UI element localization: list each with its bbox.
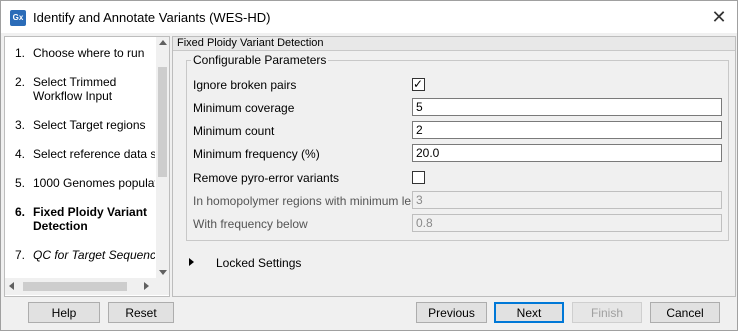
step-label: Choose where to run — [33, 46, 145, 60]
help-button[interactable]: Help — [28, 302, 100, 323]
locked-settings-toggle[interactable]: Locked Settings — [187, 252, 387, 272]
step-item[interactable]: 3. Select Target regions — [15, 118, 155, 132]
step-label: Select Target regions — [33, 118, 146, 132]
ignore-broken-pairs-checkbox[interactable]: ✓ — [412, 77, 425, 91]
step-label: Select Trimmed Workflow Input — [33, 75, 117, 103]
dialog-window: Gx Identify and Annotate Variants (WES-H… — [0, 0, 738, 331]
minimum-coverage-label: Minimum coverage — [193, 101, 295, 115]
scroll-thumb[interactable] — [23, 282, 127, 291]
steps-panel: 1. Choose where to run 2. Select Trimmed W… — [4, 36, 170, 297]
remove-pyro-label: Remove pyro-error variants — [193, 171, 340, 185]
step-item[interactable]: 1. Choose where to run — [15, 46, 155, 60]
homopolymer-min-length-label: In homopolymer regions with minimum leng… — [193, 194, 435, 208]
remove-pyro-checkbox[interactable] — [412, 171, 425, 184]
steps-horizontal-scrollbar[interactable] — [5, 278, 169, 295]
minimum-count-label: Minimum count — [193, 124, 275, 138]
step-label: Fixed Ploidy Variant Detection — [33, 205, 148, 233]
scroll-left-icon[interactable] — [9, 282, 14, 290]
step-item[interactable]: 7. QC for Target Sequencing — [15, 248, 155, 262]
step-number: 5. — [15, 176, 26, 190]
minimum-frequency-input[interactable] — [412, 144, 722, 162]
title-bar: Gx Identify and Annotate Variants (WES-H… — [1, 1, 737, 33]
next-button[interactable]: Next — [494, 302, 564, 323]
step-item-current[interactable]: 6. Fixed Ploidy Variant Detection — [15, 205, 155, 233]
with-frequency-below-label: With frequency below — [193, 217, 308, 231]
locked-settings-label: Locked Settings — [216, 256, 302, 270]
scroll-down-icon[interactable] — [159, 270, 167, 275]
expand-arrow-icon[interactable] — [189, 258, 194, 266]
window-title: Identify and Annotate Variants (WES-HD) — [33, 10, 271, 25]
configurable-parameters-group: Configurable Parameters Ignore broken pa… — [186, 53, 729, 241]
with-frequency-below-input — [412, 214, 722, 232]
step-label: QC for Target Sequencing — [33, 248, 155, 262]
scroll-right-icon[interactable] — [144, 282, 149, 290]
content-panel: Fixed Ploidy Variant Detection Configura… — [172, 36, 736, 297]
step-number: 1. — [15, 46, 26, 60]
close-icon[interactable]: ✕ — [707, 5, 731, 29]
steps-vertical-scrollbar[interactable] — [156, 37, 169, 278]
minimum-coverage-input[interactable] — [412, 98, 722, 116]
step-label: 1000 Genomes population — [33, 176, 155, 190]
step-number: 7. — [15, 248, 26, 262]
step-number: 3. — [15, 118, 26, 132]
step-label: Select reference data set — [33, 147, 155, 161]
ignore-broken-pairs-label: Ignore broken pairs — [193, 78, 297, 92]
content-header-title: Fixed Ploidy Variant Detection — [177, 37, 324, 49]
step-item[interactable]: 4. Select reference data set — [15, 147, 155, 161]
app-icon: Gx — [10, 10, 26, 26]
check-icon: ✓ — [413, 77, 424, 91]
step-item[interactable]: 2. Select Trimmed Workflow Input — [15, 75, 155, 103]
step-item[interactable]: 5. 1000 Genomes population — [15, 176, 155, 190]
finish-button: Finish — [572, 302, 642, 323]
group-label: Configurable Parameters — [191, 53, 329, 67]
scroll-up-icon[interactable] — [159, 40, 167, 45]
previous-button[interactable]: Previous — [416, 302, 487, 323]
minimum-count-input[interactable] — [412, 121, 722, 139]
steps-list: 1. Choose where to run 2. Select Trimmed W… — [5, 37, 155, 277]
homopolymer-min-length-input — [412, 191, 722, 209]
cancel-button[interactable]: Cancel — [650, 302, 720, 323]
scroll-thumb[interactable] — [158, 67, 167, 177]
step-number: 2. — [15, 75, 26, 89]
step-number: 4. — [15, 147, 26, 161]
content-header: Fixed Ploidy Variant Detection — [173, 37, 735, 51]
step-number: 6. — [15, 205, 26, 219]
reset-button[interactable]: Reset — [108, 302, 174, 323]
minimum-frequency-label: Minimum frequency (%) — [193, 147, 320, 161]
